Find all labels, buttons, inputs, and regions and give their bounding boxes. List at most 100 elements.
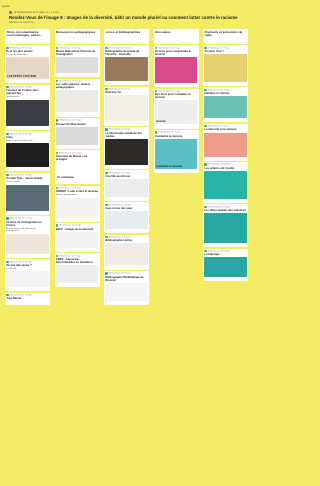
post-thumbnail[interactable] (6, 233, 49, 254)
author-avatar (6, 132, 9, 135)
post-card[interactable]: Médiathèque de l'Image Racisme Yvi □ (104, 86, 149, 126)
comment-icon[interactable]: □ (6, 255, 48, 257)
post-thumbnail[interactable] (204, 96, 247, 119)
comment-icon[interactable]: □ (56, 218, 98, 220)
comment-icon[interactable]: □ (56, 284, 98, 286)
comment-icon[interactable]: □ (105, 266, 147, 268)
post-card[interactable]: Médiathèque de l'Image CNRF - Approches i… (54, 253, 100, 288)
post-thumbnail[interactable] (6, 99, 49, 126)
comment-icon[interactable]: □ (56, 113, 98, 115)
post-thumbnail[interactable] (55, 57, 99, 74)
comment-icon[interactable]: □ (6, 301, 48, 303)
comment-icon[interactable]: □ (204, 157, 246, 159)
app-menu-link[interactable]: padlet (2, 4, 10, 8)
post-card[interactable]: Médiathèque de l'Image Infox Lutter contre… (5, 131, 50, 172)
comment-icon[interactable]: □ (56, 249, 98, 251)
post-card[interactable]: Médiathèque de l'Image 75 mots pour compr… (153, 45, 199, 88)
comment-icon[interactable]: □ (105, 198, 147, 200)
post-card[interactable]: Médiathèque de l'Image Tout Racisé □ (5, 292, 50, 305)
post-thumbnail[interactable] (105, 138, 148, 165)
post-card[interactable]: Médiathèque de l'Image Musée National de … (54, 45, 100, 78)
post-card[interactable]: Médiathèque de l'Image Les outils galerie… (54, 78, 100, 117)
post-card[interactable]: Médiathèque de l'Image ONISEP • Lutte con… (54, 185, 100, 222)
comment-icon[interactable]: □ (105, 230, 147, 232)
comment-icon[interactable]: □ (105, 165, 147, 167)
post-thumbnail[interactable] (204, 53, 247, 82)
post-card[interactable]: Médiathèque de l'Image Bibliographie Léni… (104, 234, 149, 270)
post-title: Portrait Type : Yassin Saada (6, 177, 43, 181)
post-card[interactable]: Médiathèque de l'Image La démocratie raci… (104, 126, 149, 169)
comment-icon[interactable]: □ (6, 211, 48, 213)
post-thumbnail[interactable] (6, 271, 49, 288)
post-card[interactable]: Médiathèque de l'Image Tu viens d'où ? □ (203, 45, 248, 87)
post-card[interactable]: Médiathèque de l'Image Bibliographie Médi… (104, 270, 149, 306)
post-thumbnail[interactable] (105, 178, 148, 197)
comment-icon[interactable]: □ (56, 74, 98, 76)
author-avatar (105, 87, 108, 91)
post-title: Musée National de l'histoire de l'immigr… (55, 49, 96, 56)
post-card[interactable]: Médiathèque de l'Image Femmes de l'ombre,… (5, 84, 50, 130)
comment-icon[interactable]: □ (204, 200, 246, 202)
comment-icon[interactable]: □ (155, 84, 197, 86)
post-card[interactable]: Médiathèque de l'Image Gare à tous des ye… (104, 202, 149, 234)
comment-icon[interactable]: □ (6, 288, 48, 290)
post-thumbnail[interactable] (6, 143, 49, 168)
comment-icon[interactable]: □ (155, 125, 197, 127)
post-card[interactable]: Médiathèque de l'Image Combattre le racis… (153, 129, 199, 173)
post-thumbnail[interactable] (105, 95, 148, 122)
post-card[interactable]: Médiathèque de l'Image Identités et racis… (203, 87, 248, 123)
comment-icon[interactable]: □ (6, 80, 48, 82)
post-author-name: Médiathèque de l'Image (9, 218, 32, 221)
comment-icon[interactable]: □ (155, 169, 197, 171)
board-description: Sélection de ressources (9, 21, 35, 24)
comment-icon[interactable]: □ (6, 127, 48, 129)
post-card[interactable]: Médiathèque de l'Image La diversité et le… (203, 123, 248, 161)
post-card[interactable]: Médiathèque de l'Image Bibliographie de l… (104, 45, 149, 86)
comment-icon[interactable]: □ (105, 122, 147, 124)
post-thumbnail[interactable] (204, 257, 247, 278)
post-thumbnail[interactable]: Un océanique (55, 162, 99, 181)
post-thumbnail[interactable] (105, 57, 148, 82)
comment-icon[interactable]: □ (105, 82, 147, 84)
author-avatar (6, 46, 9, 49)
comment-icon[interactable]: □ (204, 244, 246, 246)
post-thumbnail[interactable] (55, 197, 99, 218)
comment-icon[interactable]: □ (105, 302, 147, 304)
post-card[interactable]: Médiathèque de l'Image La Fabrique □ (203, 248, 248, 282)
post-thumbnail[interactable] (105, 282, 148, 301)
post-card[interactable]: Médiathèque de l'Image Ne pas dire racisé… (5, 259, 50, 292)
post-title: CNRF - Approches interculturelles en édu… (55, 257, 93, 265)
post-card[interactable]: Médiathèque de l'Image Des mots pour comb… (153, 88, 199, 129)
comment-icon[interactable]: □ (204, 278, 246, 280)
comment-icon[interactable]: □ (56, 145, 98, 147)
post-thumbnail[interactable] (6, 184, 49, 211)
post-thumbnail[interactable] (204, 132, 247, 157)
post-author-name: Médiathèque de l'Image (59, 120, 82, 122)
post-card[interactable]: Médiathèque de l'Image Histoire de l'immi… (5, 216, 50, 258)
comment-icon[interactable]: □ (204, 83, 246, 85)
comment-icon[interactable]: □ (56, 181, 98, 183)
post-thumbnail[interactable] (55, 90, 99, 113)
post-thumbnail[interactable] (204, 170, 247, 199)
post-card[interactable]: Médiathèque de l'Image Pour les plus jeun… (5, 45, 50, 84)
post-thumbnail[interactable]: combattre le racisme (154, 138, 198, 169)
post-card[interactable]: Médiathèque de l'Image Une fille qui dit … (104, 170, 149, 202)
post-thumbnail[interactable] (55, 265, 99, 284)
post-thumbnail[interactable] (105, 211, 148, 230)
post-thumbnail[interactable] (105, 243, 148, 266)
post-card[interactable]: Médiathèque de l'Image Les effets visible… (203, 204, 248, 248)
post-card[interactable]: Médiathèque de l'Image Dossier En Mouveme… (54, 117, 100, 149)
post-card[interactable]: Médiathèque de l'Image Les enfants ont l'… (203, 161, 248, 203)
post-thumbnail[interactable]: racisme (154, 100, 198, 125)
post-thumbnail[interactable] (55, 126, 99, 145)
post-thumbnail[interactable]: LES PETITS CITOYENS (6, 57, 49, 80)
post-card[interactable]: Médiathèque de l'Image Portrait Type : Ya… (5, 172, 50, 215)
post-thumbnail[interactable] (154, 57, 198, 84)
post-card[interactable]: Médiathèque de l'Image BDLF : Images de l… (54, 222, 100, 252)
post-card[interactable]: Médiathèque de l'Image Glossaire du Musée… (54, 150, 100, 185)
post-thumbnail[interactable] (204, 213, 247, 244)
post-thumbnail[interactable] (55, 231, 99, 248)
comment-icon[interactable]: □ (204, 119, 246, 121)
comment-icon[interactable]: □ (6, 168, 48, 170)
author-avatar (55, 46, 59, 49)
